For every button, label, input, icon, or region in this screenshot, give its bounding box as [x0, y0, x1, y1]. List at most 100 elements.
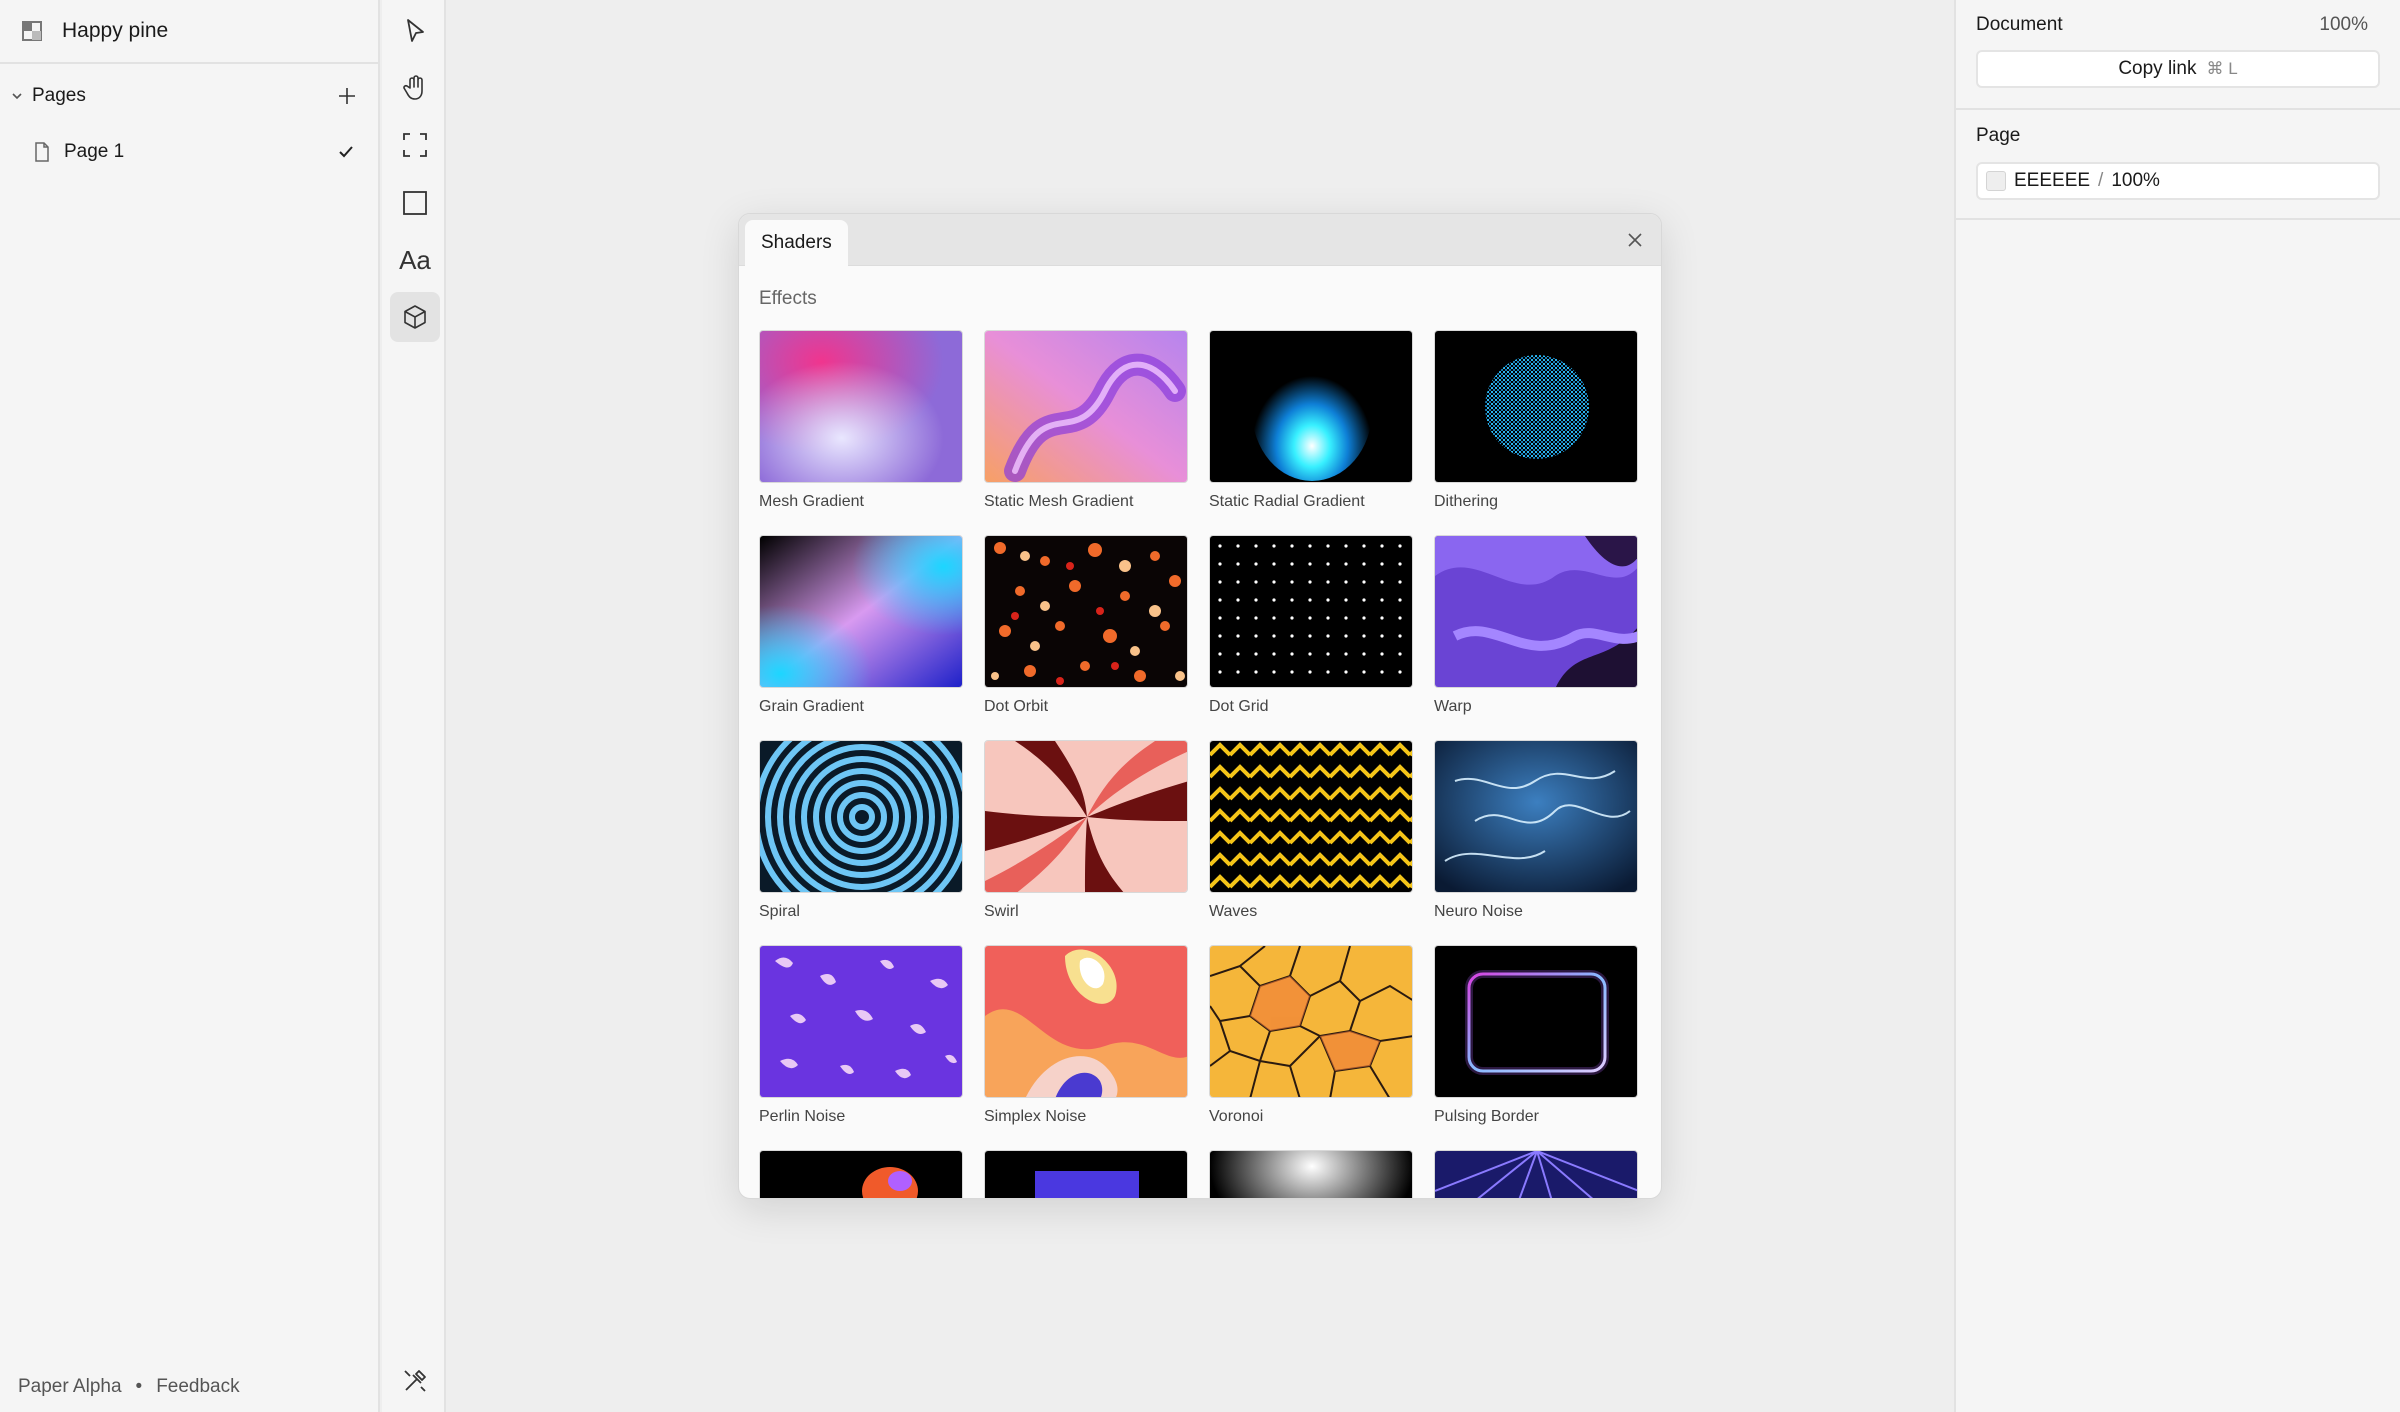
shader-card-dot-orbit[interactable]: Dot Orbit — [984, 535, 1188, 740]
hand-icon — [401, 74, 429, 102]
dialog-header: Shaders — [739, 214, 1661, 266]
text-tool-button[interactable]: Aa — [390, 235, 440, 285]
project-header[interactable]: Happy pine — [0, 0, 378, 64]
frame-tool-button[interactable] — [390, 120, 440, 170]
checkmark-icon — [336, 142, 356, 162]
shader-label: Grain Gradient — [759, 698, 864, 715]
page-section-label: Page — [1976, 125, 2021, 146]
feedback-link[interactable]: Feedback — [156, 1376, 239, 1398]
left-sidebar: Happy pine Pages Page 1 Paper Alpha • Fe… — [0, 0, 380, 1412]
shader-thumbnail — [759, 740, 963, 893]
app-name-link[interactable]: Paper Alpha — [18, 1376, 122, 1398]
shader-card-simplex-noise[interactable]: Simplex Noise — [984, 945, 1188, 1150]
copy-link-button[interactable]: Copy link ⌘ L — [1976, 50, 2380, 88]
shader-thumbnail — [1209, 945, 1413, 1098]
tool-bar: Aa — [382, 0, 446, 1412]
shader-thumbnail — [1434, 740, 1638, 893]
background-opacity[interactable]: 100% — [2111, 170, 2160, 192]
page-background-field[interactable]: EEEEEE / 100% — [1976, 162, 2380, 200]
shader-cube-icon — [401, 303, 429, 331]
shader-label: Pulsing Border — [1434, 1108, 1539, 1125]
shader-card-grain-gradient[interactable]: Grain Gradient — [759, 535, 963, 740]
shader-label: Simplex Noise — [984, 1108, 1087, 1125]
background-color-swatch[interactable] — [1986, 171, 2006, 191]
zoom-level[interactable]: 100% — [2319, 14, 2380, 36]
shader-card-voronoi[interactable]: Voronoi — [1209, 945, 1413, 1150]
footer-links: Paper Alpha • Feedback — [18, 1376, 240, 1398]
shader-label: Dithering — [1434, 493, 1499, 510]
hand-tool-button[interactable] — [390, 63, 440, 113]
shader-card-mesh-gradient[interactable]: Mesh Gradient — [759, 330, 963, 535]
shader-thumbnail — [984, 330, 1188, 483]
shader-card-swirl[interactable]: Swirl — [984, 740, 1188, 945]
shader-card-dithering[interactable]: Dithering — [1434, 330, 1638, 535]
shader-card-spiral[interactable]: Spiral — [759, 740, 963, 945]
page-item-label: Page 1 — [64, 141, 125, 162]
chevron-down-icon[interactable] — [10, 89, 24, 103]
shader-thumbnail — [1209, 535, 1413, 688]
page-section: Page EEEEEE / 100% — [1956, 110, 2400, 220]
shader-label: Perlin Noise — [759, 1108, 846, 1125]
shader-label: Mesh Gradient — [759, 493, 864, 510]
shader-label: Waves — [1209, 903, 1258, 920]
page-list-item[interactable]: Page 1 — [0, 128, 378, 176]
shader-label: Spiral — [759, 903, 800, 920]
footer-separator: • — [135, 1376, 143, 1397]
shader-thumbnail — [1209, 740, 1413, 893]
shader-thumbnail — [1209, 1150, 1413, 1198]
shader-thumbnail — [1434, 1150, 1638, 1198]
shader-card-partial[interactable] — [1209, 1150, 1413, 1198]
shader-thumbnail — [1209, 330, 1413, 483]
shaders-tab[interactable]: Shaders — [745, 220, 848, 266]
shader-card-warp[interactable]: Warp — [1434, 535, 1638, 740]
shader-label: Static Mesh Gradient — [984, 493, 1134, 510]
rectangle-tool-button[interactable] — [390, 178, 440, 228]
pages-header[interactable]: Pages — [0, 64, 378, 128]
shader-card-static-mesh-gradient[interactable]: Static Mesh Gradient — [984, 330, 1188, 535]
shader-label: Dot Grid — [1209, 698, 1269, 715]
shader-tool-button[interactable] — [390, 292, 440, 342]
close-icon[interactable] — [1623, 228, 1647, 252]
shader-label: Swirl — [984, 903, 1019, 920]
page-document-icon — [34, 142, 50, 162]
shader-card-partial[interactable] — [759, 1150, 963, 1198]
shader-label: Voronoi — [1209, 1108, 1264, 1125]
shader-thumbnail — [759, 535, 963, 688]
shader-thumbnail — [759, 945, 963, 1098]
shader-label: Dot Orbit — [984, 698, 1049, 715]
pointer-tool-button[interactable] — [390, 6, 440, 56]
shader-thumbnail — [1434, 535, 1638, 688]
app-logo-icon — [22, 21, 42, 41]
shader-card-partial[interactable] — [1434, 1150, 1638, 1198]
shader-thumbnail — [984, 945, 1188, 1098]
shader-thumbnail — [1434, 945, 1638, 1098]
copy-link-shortcut: ⌘ L — [2206, 59, 2238, 78]
shader-thumbnail — [984, 740, 1188, 893]
shader-card-perlin-noise[interactable]: Perlin Noise — [759, 945, 963, 1150]
shader-thumbnail — [984, 535, 1188, 688]
shader-card-waves[interactable]: Waves — [1209, 740, 1413, 945]
copy-link-label: Copy link — [2118, 58, 2197, 79]
add-page-icon[interactable] — [336, 85, 358, 107]
shader-thumbnail — [759, 330, 963, 483]
background-hex[interactable]: EEEEEE — [2014, 170, 2090, 192]
rectangle-icon — [401, 189, 429, 217]
shader-label: Static Radial Gradient — [1209, 493, 1365, 510]
shader-thumbnail — [1434, 330, 1638, 483]
background-separator: / — [2098, 170, 2104, 191]
devtools-button[interactable] — [390, 1356, 440, 1406]
shader-card-partial[interactable] — [984, 1150, 1188, 1198]
project-title: Happy pine — [62, 19, 169, 42]
shader-label: Warp — [1434, 698, 1472, 715]
effects-section-label: Effects — [759, 288, 817, 309]
shader-card-neuro-noise[interactable]: Neuro Noise — [1434, 740, 1638, 945]
shader-card-dot-grid[interactable]: Dot Grid — [1209, 535, 1413, 740]
pointer-icon — [401, 17, 429, 45]
shader-thumbnail — [984, 1150, 1188, 1198]
shader-grid: Mesh Gradient Static Mesh Gradient Stati… — [759, 330, 1641, 1198]
shader-card-pulsing-border[interactable]: Pulsing Border — [1434, 945, 1638, 1150]
shader-card-static-radial-gradient[interactable]: Static Radial Gradient — [1209, 330, 1413, 535]
text-icon: Aa — [399, 244, 431, 275]
properties-panel: Document 100% Copy link ⌘ L Page EEEEEE … — [1954, 0, 2400, 1412]
shaders-dialog: Shaders Effects Mesh Gradient Static Mes… — [738, 213, 1662, 1199]
